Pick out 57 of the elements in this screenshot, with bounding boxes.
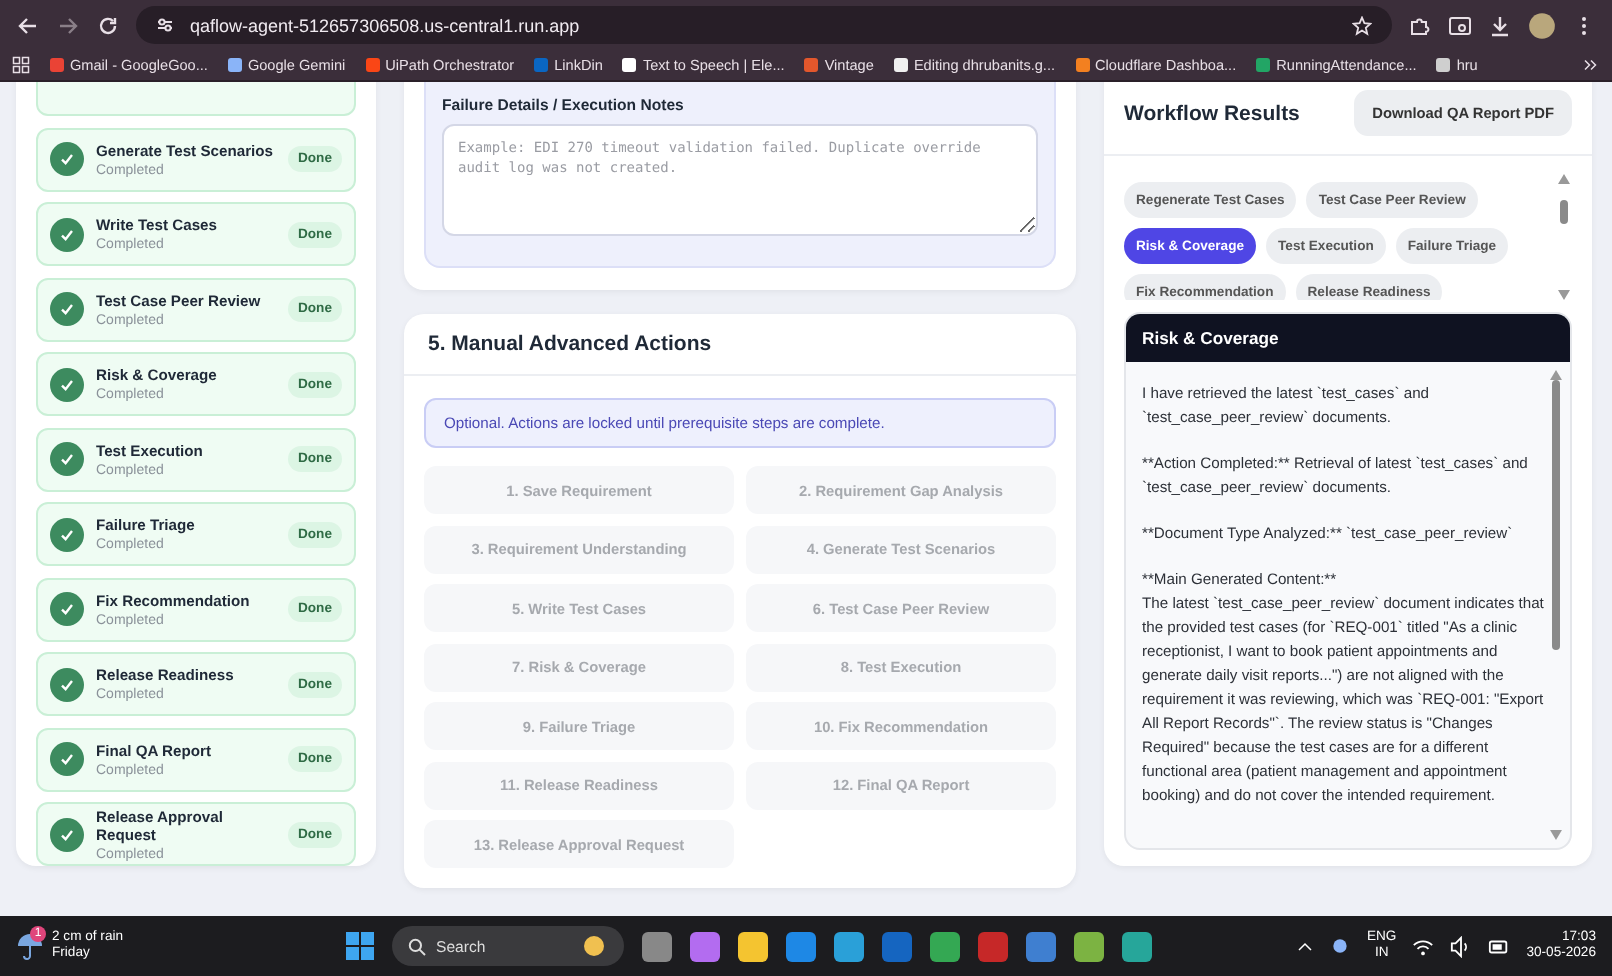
check-circle-icon bbox=[50, 442, 84, 476]
taskbar-app-icon[interactable] bbox=[642, 931, 672, 961]
taskbar-app-icon[interactable] bbox=[834, 931, 864, 961]
check-circle-icon bbox=[50, 292, 84, 326]
taskbar-app-icon[interactable] bbox=[1026, 931, 1056, 961]
scrollbar-thumb[interactable] bbox=[1560, 199, 1568, 223]
site-settings-icon[interactable] bbox=[156, 16, 174, 34]
download-icon[interactable] bbox=[1488, 13, 1512, 37]
reload-icon[interactable] bbox=[96, 13, 120, 37]
bookmark-favicon-icon bbox=[622, 58, 637, 72]
forward-icon[interactable] bbox=[56, 13, 80, 37]
back-icon[interactable] bbox=[16, 13, 40, 37]
panel-title: Workflow Results bbox=[1124, 101, 1300, 125]
puzzle-icon[interactable] bbox=[1408, 13, 1432, 37]
bookmark-favicon-icon bbox=[804, 58, 819, 72]
battery-icon[interactable] bbox=[1488, 935, 1511, 957]
check-circle-icon bbox=[50, 517, 84, 551]
taskbar-app-icon[interactable] bbox=[738, 931, 768, 961]
windows-start-icon[interactable] bbox=[346, 932, 374, 960]
check-circle-icon bbox=[50, 592, 84, 626]
check-circle-icon bbox=[50, 817, 84, 851]
profile-avatar-icon[interactable] bbox=[1528, 11, 1556, 39]
taskbar-app-icon[interactable] bbox=[1074, 931, 1104, 961]
bookmark-favicon-icon bbox=[50, 58, 64, 72]
url-text: qaflow-agent-512657306508.us-central1.run.app bbox=[190, 15, 582, 35]
tab-search-icon[interactable] bbox=[1448, 13, 1472, 37]
bookmark-favicon-icon bbox=[1075, 58, 1090, 72]
chevron-up-icon[interactable] bbox=[1296, 937, 1315, 955]
taskbar-app-icon[interactable] bbox=[1122, 931, 1152, 961]
taskbar-app-icon[interactable] bbox=[690, 931, 720, 961]
address-bar[interactable]: qaflow-agent-512657306508.us-central1.run.app bbox=[136, 6, 1392, 44]
bookmark-favicon-icon bbox=[1436, 58, 1451, 72]
bookmark-favicon-icon bbox=[893, 58, 908, 72]
scrollbar-thumb[interactable] bbox=[1552, 379, 1560, 651]
check-circle-icon bbox=[50, 217, 84, 251]
apps-grid-icon[interactable] bbox=[12, 56, 30, 74]
bookmark-favicon-icon bbox=[1256, 58, 1271, 72]
scroll-down-arrow-icon[interactable] bbox=[1558, 290, 1570, 300]
wifi-icon[interactable] bbox=[1412, 935, 1435, 957]
result-panel-header: Risk & Coverage bbox=[1126, 314, 1570, 362]
check-circle-icon bbox=[50, 142, 84, 176]
bookmark-favicon-icon bbox=[365, 58, 380, 72]
bookmark-favicon-icon bbox=[534, 58, 549, 72]
scroll-down-arrow-icon[interactable] bbox=[1550, 830, 1562, 840]
check-circle-icon bbox=[50, 367, 84, 401]
speaker-icon[interactable] bbox=[1450, 935, 1473, 957]
check-circle-icon bbox=[50, 742, 84, 776]
check-circle-icon bbox=[50, 667, 84, 701]
scroll-up-arrow-icon[interactable] bbox=[1550, 370, 1562, 380]
scroll-up-arrow-icon[interactable] bbox=[1558, 174, 1570, 184]
more-bookmarks-chevron-icon[interactable] bbox=[1582, 56, 1600, 74]
section-heading: 5. Manual Advanced Actions bbox=[404, 314, 1076, 376]
taskbar-app-icon[interactable] bbox=[786, 931, 816, 961]
taskbar-app-icon[interactable] bbox=[930, 931, 960, 961]
bookmark-favicon-icon bbox=[227, 58, 242, 72]
star-icon[interactable] bbox=[1352, 15, 1372, 35]
search-icon bbox=[408, 937, 426, 955]
